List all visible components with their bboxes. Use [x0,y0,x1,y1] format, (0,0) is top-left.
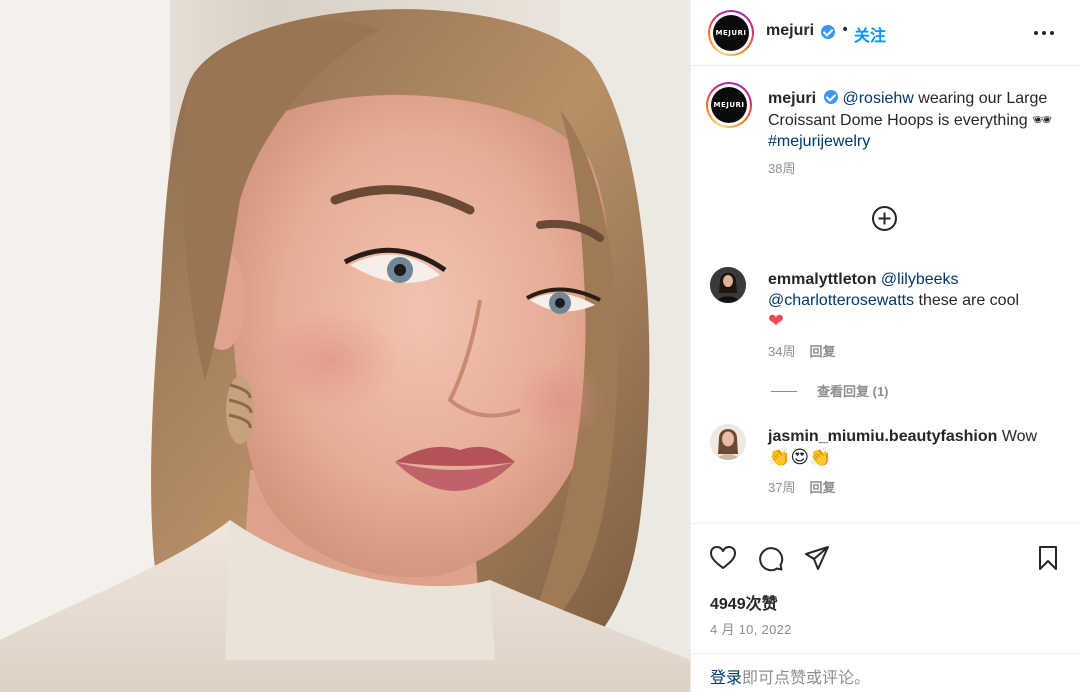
commenter-avatar[interactable] [710,267,746,303]
comment-timestamp[interactable]: 34周 [768,344,795,359]
brand-logo: MEJURI [713,15,749,51]
comment-body: these are cool [914,292,1020,309]
comment-username[interactable]: jasmin_miumiu.beautyfashion [768,428,997,445]
login-prompt-text: 即可点赞或评论。 [742,670,871,687]
sunglasses-emoji: 🕶 [1032,110,1053,129]
comments-section[interactable]: MEJURI mejuri @rosiehw wearing our Large… [691,67,1080,523]
caption-username[interactable]: mejuri [768,90,816,107]
comment-body: Wow [997,428,1038,445]
caption-mention[interactable]: @rosiehw [842,90,913,107]
plus-circle-icon[interactable] [871,205,898,232]
like-count[interactable]: 4949次赞 [710,590,778,614]
comment-username[interactable]: emmalyttleton [768,271,876,288]
comment-mention[interactable]: @lilybeeks [881,271,959,288]
comment-mention[interactable]: @charlotterosewatts [768,292,914,309]
heart-emoji: ❤ [768,310,784,332]
reply-button[interactable]: 回复 [809,344,835,359]
separator-dot: • [841,22,850,38]
comment-timestamp[interactable]: 37周 [768,480,795,495]
post-detail-panel: MEJURI mejuri • 关注 MEJURI mejuri @rosieh… [690,0,1080,692]
login-link[interactable]: 登录 [710,670,742,687]
portrait-illustration [0,0,690,692]
comment-text: emmalyttleton @lilybeeks @charlotterosew… [768,269,1068,333]
reply-button[interactable]: 回复 [809,480,835,495]
action-bar [691,523,1080,590]
bookmark-icon[interactable] [1034,544,1062,572]
post-photo[interactable] [0,0,690,692]
view-replies-label: 查看回复 (1) [817,384,889,399]
more-options-icon[interactable] [1034,22,1056,44]
commenter-avatar[interactable] [710,424,746,460]
comment-meta: 37周 回复 [768,477,835,496]
heart-icon[interactable] [709,544,737,572]
verified-badge-icon [824,90,839,104]
follow-button[interactable]: 关注 [854,22,886,46]
caption-hashtag[interactable]: #mejurijewelry [768,133,870,150]
comment-text: jasmin_miumiu.beautyfashion Wow 👏😍👏 [768,426,1068,469]
share-icon[interactable] [803,544,831,572]
verified-badge-icon [821,25,835,39]
comment-icon[interactable] [756,544,784,572]
clap-heart-eyes-emoji: 👏😍👏 [768,447,832,468]
profile-avatar[interactable]: MEJURI [708,10,754,56]
login-prompt: 登录即可点赞或评论。 [691,653,1080,692]
comment-meta: 34周 回复 [768,341,835,360]
header-username[interactable]: mejuri [766,22,814,40]
caption-text: mejuri @rosiehw wearing our Large Croiss… [768,88,1058,152]
post-date[interactable]: 4 月 10, 2022 [710,619,792,638]
caption-timestamp[interactable]: 38周 [768,158,795,177]
divider-line [771,391,797,392]
caption-avatar[interactable]: MEJURI [706,82,752,128]
brand-logo: MEJURI [711,87,747,123]
view-replies-button[interactable]: 查看回复 (1) [771,381,889,400]
post-header: MEJURI mejuri • 关注 [691,0,1080,66]
